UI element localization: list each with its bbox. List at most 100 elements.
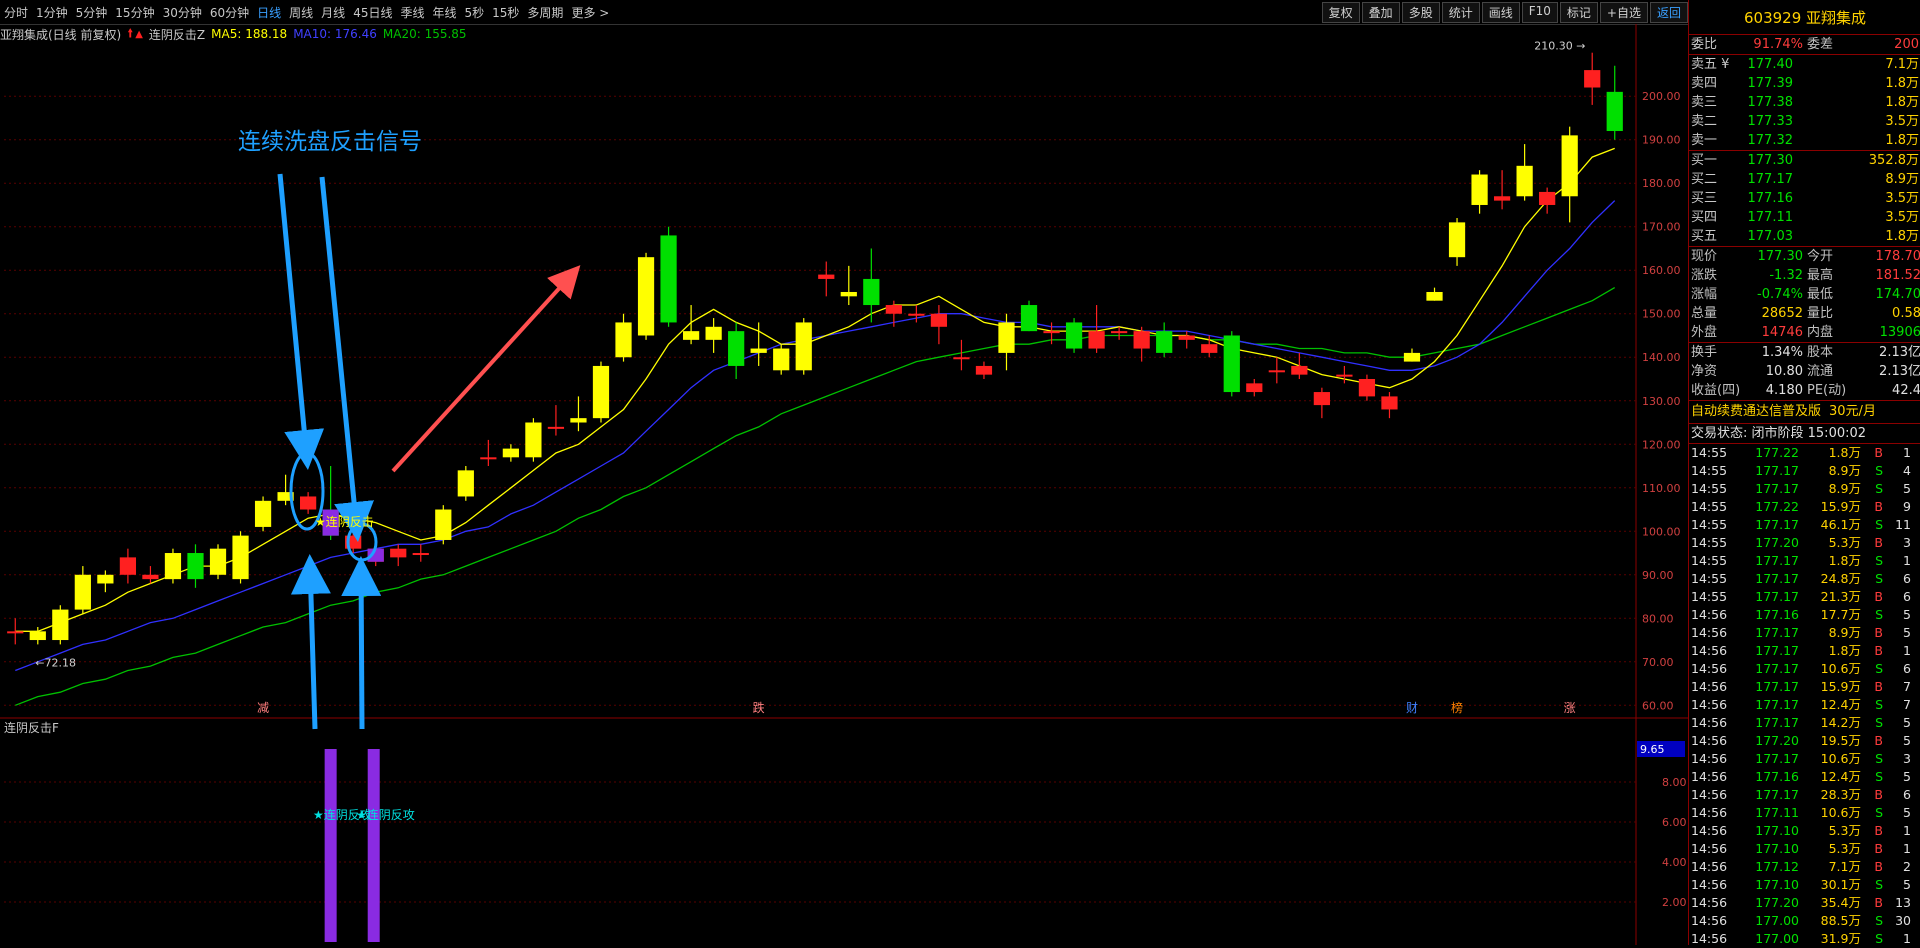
- sell-row-3[interactable]: 卖二 177.33 3.5万: [1689, 112, 1920, 131]
- candle[interactable]: [1426, 287, 1443, 301]
- toolbar-button-7[interactable]: +自选: [1599, 2, 1648, 23]
- tick-row[interactable]: 14:55 177.17 1.8万 S 1: [1689, 552, 1920, 570]
- tick-row[interactable]: 14:56 177.17 28.3万 B 6: [1689, 786, 1920, 804]
- period-tab-11[interactable]: 年线: [428, 4, 460, 21]
- candle[interactable]: [1020, 300, 1038, 332]
- candle[interactable]: [1088, 305, 1105, 353]
- candle[interactable]: [570, 396, 587, 432]
- toolbar-button-3[interactable]: 统计: [1441, 2, 1480, 23]
- candle[interactable]: [1268, 357, 1285, 384]
- candle[interactable]: [1178, 331, 1195, 349]
- candle[interactable]: [818, 261, 835, 297]
- tick-row[interactable]: 14:56 177.12 7.1万 B 2: [1689, 858, 1920, 876]
- sell-row-1[interactable]: 卖四 177.39 1.8万: [1689, 74, 1920, 93]
- candle[interactable]: [840, 265, 857, 306]
- candle[interactable]: [1358, 374, 1376, 401]
- candle[interactable]: [1516, 144, 1533, 201]
- candle[interactable]: [728, 322, 745, 379]
- candle[interactable]: [1561, 126, 1578, 223]
- toolbar-button-6[interactable]: 标记: [1559, 2, 1598, 23]
- promo-text[interactable]: 自动续费通达信普及版: [1691, 401, 1821, 423]
- candle[interactable]: [705, 318, 722, 353]
- candle[interactable]: [457, 466, 474, 501]
- sell-row-0[interactable]: 卖五 ¥ 177.40 7.1万: [1689, 55, 1920, 74]
- tick-row[interactable]: 14:56 177.17 8.9万 B 5: [1689, 624, 1920, 642]
- candle[interactable]: [1471, 170, 1488, 214]
- candle[interactable]: [52, 605, 69, 645]
- tick-row[interactable]: 14:55 177.20 5.3万 B 3: [1689, 534, 1920, 552]
- period-tab-3[interactable]: 15分钟: [111, 4, 158, 21]
- toolbar-button-0[interactable]: 复权: [1321, 2, 1360, 23]
- tick-row[interactable]: 14:56 177.17 12.4万 S 7: [1689, 696, 1920, 714]
- kline-chart[interactable]: 200.00 190.00 180.00 170.00 160.00 150.00 140.…: [0, 24, 1688, 945]
- candle[interactable]: [975, 361, 993, 379]
- event-marker-1[interactable]: 跌: [753, 700, 765, 715]
- candle[interactable]: [1313, 387, 1330, 419]
- event-marker-4[interactable]: 涨: [1564, 700, 1576, 715]
- candle[interactable]: [1156, 322, 1173, 358]
- period-tab-8[interactable]: 月线: [317, 4, 349, 21]
- buy-row-3[interactable]: 买四 177.11 3.5万: [1689, 208, 1920, 227]
- period-tab-0[interactable]: 分时: [0, 4, 32, 21]
- tick-row[interactable]: 14:56 177.17 10.6万 S 3: [1689, 750, 1920, 768]
- candle[interactable]: [1065, 318, 1083, 353]
- candle[interactable]: [164, 548, 182, 584]
- candle[interactable]: [1606, 65, 1623, 140]
- tick-row[interactable]: 14:56 177.00 88.5万 S 30: [1689, 912, 1920, 930]
- buy-row-0[interactable]: 买一 177.30 352.8万: [1689, 151, 1920, 170]
- tick-row[interactable]: 14:56 177.00 31.9万 S 1: [1689, 930, 1920, 948]
- toolbar-button-2[interactable]: 多股: [1401, 2, 1440, 23]
- period-tab-4[interactable]: 30分钟: [159, 4, 206, 21]
- candle[interactable]: [232, 531, 249, 584]
- signal-bar[interactable]: [367, 749, 380, 942]
- tick-row[interactable]: 14:56 177.17 14.2万 S 5: [1689, 714, 1920, 732]
- event-marker-2[interactable]: 财: [1406, 701, 1418, 715]
- tick-row[interactable]: 14:55 177.17 8.9万 S 5: [1689, 480, 1920, 498]
- candle[interactable]: [1223, 331, 1240, 397]
- tick-row[interactable]: 14:55 177.17 8.9万 S 4: [1689, 462, 1920, 480]
- candle[interactable]: [795, 318, 812, 375]
- buy-row-1[interactable]: 买二 177.17 8.9万: [1689, 170, 1920, 189]
- buy-row-2[interactable]: 买三 177.16 3.5万: [1689, 189, 1920, 208]
- candle[interactable]: [1246, 379, 1263, 397]
- candle[interactable]: [1133, 326, 1150, 362]
- candle[interactable]: [637, 252, 655, 340]
- tick-row[interactable]: 14:56 177.10 5.3万 B 1: [1689, 840, 1920, 858]
- promo-row[interactable]: 自动续费通达信普及版 30元/月: [1689, 401, 1920, 424]
- candle[interactable]: [953, 339, 970, 371]
- promo-price[interactable]: 30元/月: [1829, 401, 1876, 423]
- period-tab-10[interactable]: 季线: [396, 4, 428, 21]
- candle[interactable]: [1111, 326, 1128, 340]
- candle[interactable]: [412, 544, 429, 562]
- event-marker-0[interactable]: 减: [257, 701, 269, 715]
- tick-row[interactable]: 14:55 177.22 1.8万 B 1: [1689, 444, 1920, 462]
- period-tab-9[interactable]: 45日线: [349, 4, 396, 21]
- tick-row[interactable]: 14:56 177.17 1.8万 B 1: [1689, 642, 1920, 660]
- tick-row[interactable]: 14:56 177.16 12.4万 S 5: [1689, 768, 1920, 786]
- tick-row[interactable]: 14:56 177.20 19.5万 B 5: [1689, 732, 1920, 750]
- period-tab-5[interactable]: 60分钟: [206, 4, 253, 21]
- tick-row[interactable]: 14:56 177.10 5.3万 B 1: [1689, 822, 1920, 840]
- candle[interactable]: [930, 305, 948, 345]
- toolbar-button-8[interactable]: 返回: [1649, 2, 1688, 23]
- candle[interactable]: [435, 505, 452, 545]
- period-tab-2[interactable]: 5分钟: [72, 4, 112, 21]
- candle[interactable]: [390, 544, 407, 567]
- period-tab-6[interactable]: 日线: [253, 4, 285, 21]
- period-tab-12[interactable]: 5秒: [461, 4, 489, 21]
- toolbar-button-1[interactable]: 叠加: [1361, 2, 1400, 23]
- tick-row[interactable]: 14:56 177.20 35.4万 B 13: [1689, 894, 1920, 912]
- tick-row[interactable]: 14:55 177.17 46.1万 S 11: [1689, 516, 1920, 534]
- candle[interactable]: [592, 361, 610, 423]
- tick-row[interactable]: 14:56 177.11 10.6万 S 5: [1689, 804, 1920, 822]
- candle[interactable]: [254, 496, 272, 532]
- candle[interactable]: [1539, 187, 1556, 214]
- candle[interactable]: [300, 492, 317, 514]
- candle[interactable]: [209, 544, 227, 580]
- buy-row-4[interactable]: 买五 177.03 1.8万: [1689, 227, 1920, 246]
- candle[interactable]: [1381, 392, 1398, 419]
- sell-row-2[interactable]: 卖三 177.38 1.8万: [1689, 93, 1920, 112]
- candle[interactable]: [74, 566, 91, 614]
- tick-row[interactable]: 14:55 177.17 21.3万 B 6: [1689, 588, 1920, 606]
- tick-row[interactable]: 14:56 177.16 17.7万 S 5: [1689, 606, 1920, 624]
